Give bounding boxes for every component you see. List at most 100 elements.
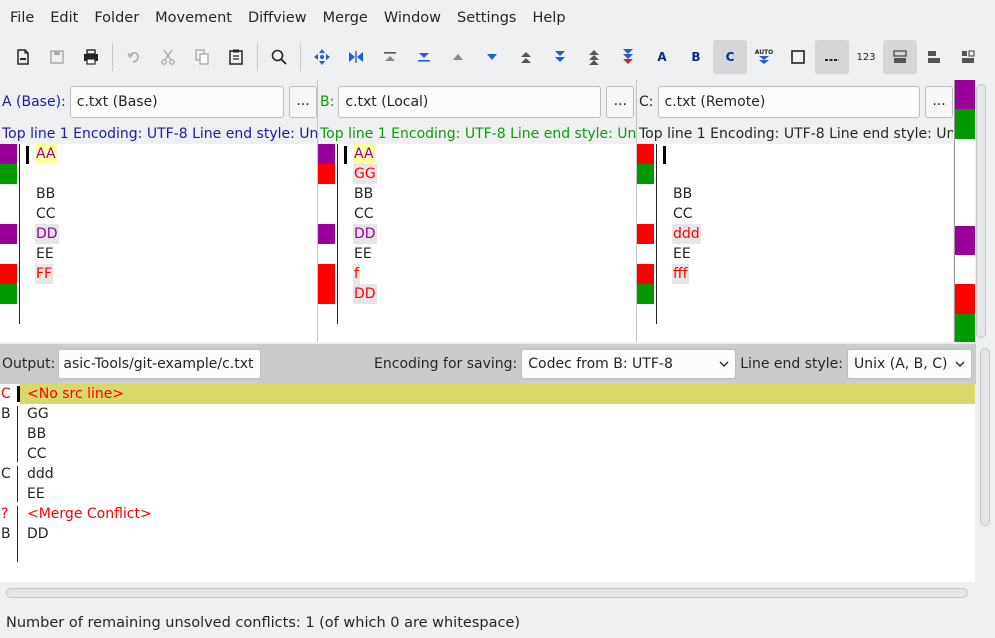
go-bottom-button[interactable] xyxy=(407,40,441,74)
cut-button[interactable] xyxy=(151,40,185,74)
menu-movement[interactable]: Movement xyxy=(147,4,240,32)
diff-line: DD xyxy=(35,224,59,244)
toolbar-separator xyxy=(112,43,113,71)
source-tag: C xyxy=(1,466,11,482)
print-button[interactable] xyxy=(74,40,108,74)
encoding-label: Encoding: UTF-8 xyxy=(710,126,825,142)
diff-line: fff xyxy=(672,264,689,284)
diff-marker xyxy=(637,284,654,304)
pane-b-file-field[interactable]: c.txt (Local) xyxy=(338,86,602,118)
pane-b-text[interactable]: AA GG BB CC DD EE f DD xyxy=(318,144,636,342)
pane-a-text[interactable]: AA BB CC DD EE FF xyxy=(0,144,317,342)
save-icon xyxy=(50,50,64,64)
pane-c-file-field[interactable]: c.txt (Remote) xyxy=(657,86,921,118)
diff-line: CC xyxy=(673,206,693,222)
output-line: ddd xyxy=(27,466,54,482)
diff-marker xyxy=(318,164,335,184)
go-prev-conflict-button[interactable] xyxy=(509,40,543,74)
triple-arrow-down-red-icon xyxy=(623,49,633,64)
pane-c-text[interactable]: BB CC ddd EE fff xyxy=(637,144,953,342)
overview-segment xyxy=(955,314,975,342)
go-first-unsolved-button[interactable] xyxy=(577,40,611,74)
menu-merge[interactable]: Merge xyxy=(315,4,376,32)
pane-a-header: A (Base): c.txt (Base) ... xyxy=(0,80,317,124)
menu-file[interactable]: File xyxy=(2,4,42,32)
top-line-label: Top line 1 xyxy=(2,126,69,142)
split-horizontal-icon xyxy=(893,50,907,63)
source-tag xyxy=(1,484,15,504)
output-vertical-scrollbar[interactable] xyxy=(980,348,990,526)
menu-diffview[interactable]: Diffview xyxy=(240,4,315,32)
square-outline-icon xyxy=(791,50,805,64)
encoding-label: Encoding: UTF-8 xyxy=(73,126,188,142)
diff-vertical-scrollbar[interactable] xyxy=(976,84,986,338)
diff-line: BB xyxy=(354,186,374,202)
pane-a-browse-button[interactable]: ... xyxy=(289,86,317,118)
select-c-button[interactable]: C xyxy=(713,40,747,74)
split-view-3-button[interactable] xyxy=(951,40,985,74)
new-file-button[interactable] xyxy=(6,40,40,74)
auto-label: AUTO xyxy=(755,49,774,56)
diff-line xyxy=(672,164,674,184)
diff-marker xyxy=(637,144,654,164)
double-arrow-up-icon xyxy=(521,52,531,63)
go-prev-delta-button[interactable] xyxy=(373,40,407,74)
menu-edit[interactable]: Edit xyxy=(42,4,86,32)
split-view-2-button[interactable] xyxy=(917,40,951,74)
gutter-line xyxy=(19,144,20,324)
menu-bar: File Edit Folder Movement Diffview Merge… xyxy=(0,0,995,36)
double-arrow-down-icon xyxy=(555,51,565,62)
output-line: CC xyxy=(27,446,47,462)
show-space-chars-button[interactable] xyxy=(815,40,849,74)
undo-button[interactable] xyxy=(117,40,151,74)
go-next-button[interactable] xyxy=(475,40,509,74)
output-label: Output: xyxy=(2,356,56,372)
go-last-unsolved-button[interactable] xyxy=(611,40,645,74)
find-button[interactable] xyxy=(262,40,296,74)
go-next-conflict-button[interactable] xyxy=(543,40,577,74)
encoding-select[interactable]: Codec from B: UTF-8 xyxy=(521,349,737,379)
copy-button[interactable] xyxy=(185,40,219,74)
status-bar-text: Number of remaining unsolved conflicts: … xyxy=(6,615,521,631)
diff-line: ddd xyxy=(672,224,701,244)
go-top-button[interactable] xyxy=(339,40,373,74)
menu-folder[interactable]: Folder xyxy=(86,4,147,32)
line-end-select[interactable]: Unix (A, B, C) xyxy=(847,349,972,379)
merge-output-text[interactable]: C <No src line> B GG BB CC Cddd EE? <Merge Confl… xyxy=(0,384,975,582)
output-path-field[interactable]: asic-Tools/git-example/c.txt xyxy=(58,349,262,379)
go-prev-button[interactable] xyxy=(441,40,475,74)
split-view-1-button[interactable] xyxy=(883,40,917,74)
output-header: Output: asic-Tools/git-example/c.txt Enc… xyxy=(0,344,976,384)
go-current-button[interactable] xyxy=(305,40,339,74)
diff-marker xyxy=(318,264,335,284)
pane-c-browse-button[interactable]: ... xyxy=(925,86,953,118)
toolbar: A B C AUTO 123 xyxy=(0,38,995,76)
select-a-button[interactable]: A xyxy=(645,40,679,74)
menu-help[interactable]: Help xyxy=(524,4,573,32)
line-numbers-button[interactable]: 123 xyxy=(849,40,883,74)
source-tag xyxy=(1,444,15,464)
auto-advance-button[interactable]: AUTO xyxy=(747,40,781,74)
split-layout-icon xyxy=(928,51,940,63)
merge-group-bracket xyxy=(17,466,20,502)
menu-settings[interactable]: Settings xyxy=(449,4,524,32)
diff-line: AA xyxy=(35,144,57,164)
paste-button[interactable] xyxy=(219,40,253,74)
diff-marker xyxy=(0,264,17,284)
top-line-label: Top line 1 xyxy=(639,126,706,142)
diff-overview-bar[interactable] xyxy=(954,80,975,342)
horizontal-scrollbar[interactable] xyxy=(6,588,968,598)
pane-a-file-field[interactable]: c.txt (Base) xyxy=(69,86,285,118)
diff-marker xyxy=(637,164,654,184)
new-file-icon xyxy=(17,49,29,65)
arrow-up-icon xyxy=(453,54,463,60)
pane-b: B: c.txt (Local) ... Top line 1 Encoding… xyxy=(318,80,637,342)
save-button[interactable] xyxy=(40,40,74,74)
source-tag: B xyxy=(1,406,11,422)
show-whitespace-button[interactable] xyxy=(781,40,815,74)
select-b-button[interactable]: B xyxy=(679,40,713,74)
pane-b-browse-button[interactable]: ... xyxy=(606,86,635,118)
diff-marker xyxy=(0,224,17,244)
go-current-delta-icon xyxy=(314,49,330,65)
menu-window[interactable]: Window xyxy=(376,4,449,32)
